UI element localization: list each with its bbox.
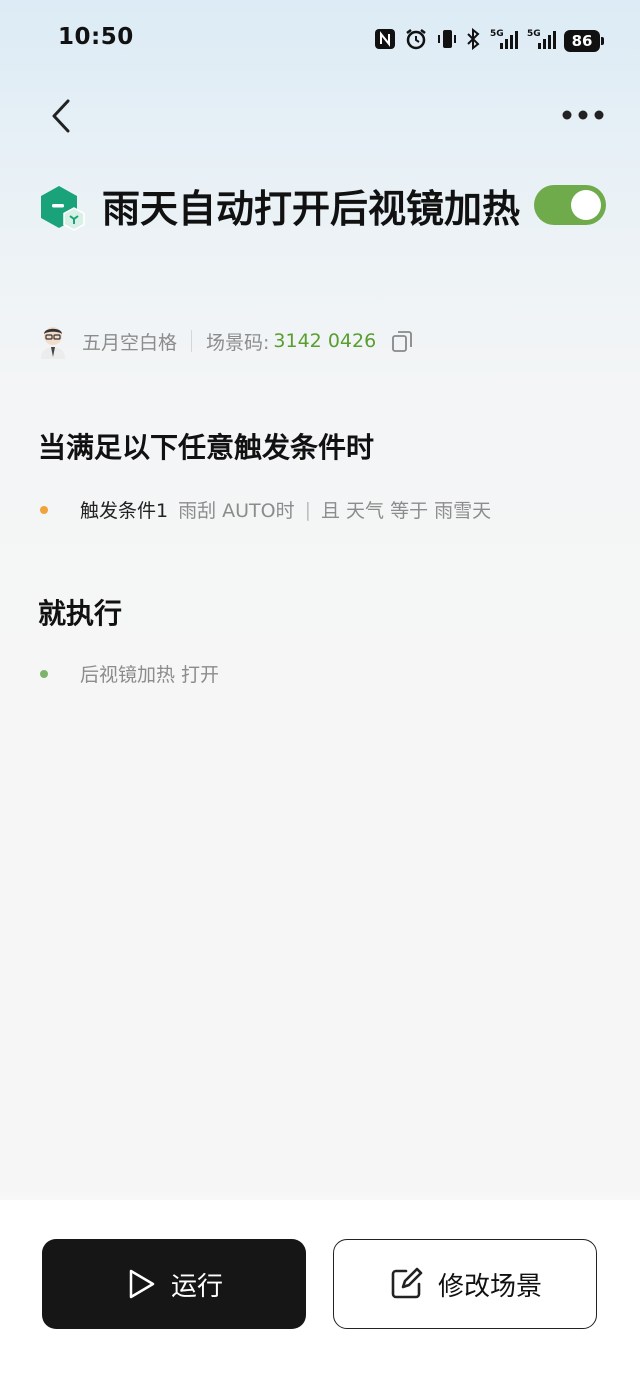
avatar[interactable]	[38, 323, 68, 359]
action-dot	[40, 669, 48, 678]
trigger-separator: |	[304, 498, 312, 521]
battery-icon: 86	[564, 30, 604, 52]
signal-5g-icon: 5G	[526, 27, 556, 55]
copy-button[interactable]	[390, 329, 414, 353]
back-button[interactable]	[44, 96, 80, 136]
alarm-icon	[404, 27, 428, 55]
status-bar: 10:50 5G 5G 86	[0, 0, 640, 80]
signal-2-label: 5G	[527, 29, 541, 39]
play-icon	[129, 1269, 155, 1299]
trigger-label: 触发条件1	[80, 500, 169, 522]
edit-scene-button-label: 修改场景	[437, 1271, 542, 1302]
edit-icon	[391, 1267, 423, 1299]
trigger-section-title: 当满足以下任意触发条件时	[38, 431, 375, 464]
run-button[interactable]: 运行	[42, 1239, 306, 1329]
bluetooth-icon	[466, 27, 480, 54]
toggle-knob	[571, 190, 601, 220]
scene-code-label: 场景码:	[206, 331, 270, 354]
status-time: 10:50	[58, 24, 134, 50]
scene-hexagon-icon	[41, 186, 85, 231]
status-icons: 5G 5G 86	[374, 26, 604, 56]
run-button-label: 运行	[170, 1271, 223, 1302]
trigger-item[interactable]: 触发条件1 雨刮 AUTO时 | 且 天气 等于 雨雪天	[38, 496, 491, 523]
copy-icon	[392, 331, 413, 352]
chevron-left-icon	[52, 99, 70, 133]
page-title: 雨天自动打开后视镜加热	[102, 187, 521, 231]
scene-header: 雨天自动打开后视镜加热	[38, 180, 538, 238]
signal-1-label: 5G	[490, 29, 504, 39]
author-name[interactable]: 五月空白格	[82, 328, 177, 355]
signal-5g-icon: 5G	[488, 27, 518, 55]
edit-scene-button[interactable]: 修改场景	[333, 1239, 597, 1329]
nfc-icon	[374, 28, 396, 54]
trigger-condition-1: 雨刮 AUTO时	[178, 500, 295, 522]
action-section-title: 就执行	[38, 597, 123, 630]
action-text: 后视镜加热 打开	[80, 664, 220, 686]
more-button[interactable]	[558, 100, 608, 130]
more-horizontal-icon	[562, 110, 604, 120]
scene-meta: 五月空白格 场景码: 3142 0426	[38, 322, 414, 360]
trigger-condition-2: 且 天气 等于 雨雪天	[321, 500, 492, 522]
scene-enable-toggle[interactable]	[534, 185, 606, 225]
action-item[interactable]: 后视镜加热 打开	[38, 660, 219, 687]
meta-divider	[191, 330, 193, 352]
trigger-dot	[40, 505, 48, 514]
scene-code-value: 3142 0426	[273, 330, 377, 352]
vibrate-icon	[436, 28, 458, 54]
